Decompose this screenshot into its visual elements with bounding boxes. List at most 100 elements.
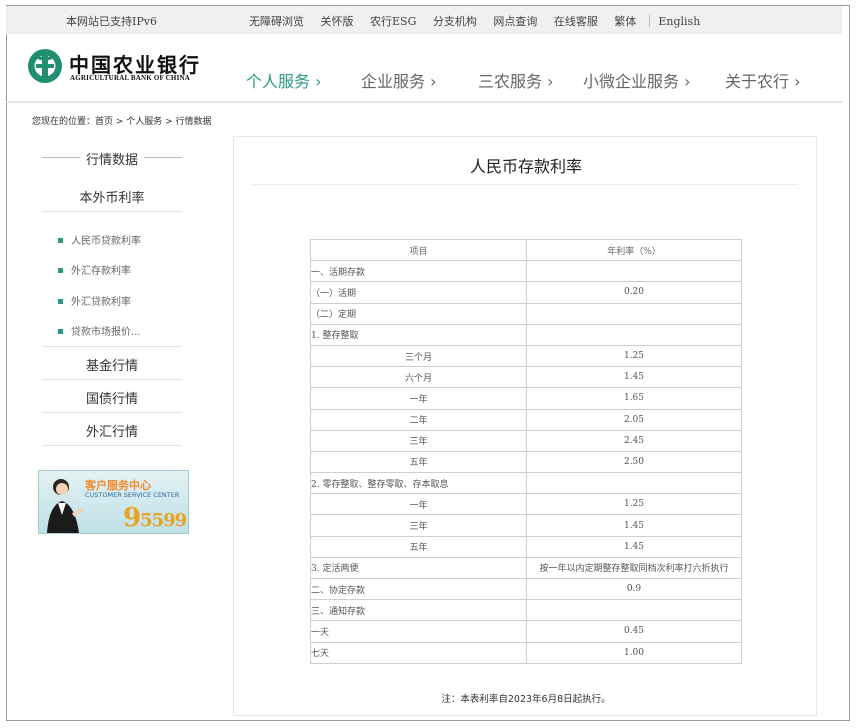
utility-links: 无障碍浏览 关怀版 农行ESG 分支机构 网点查询 在线客服 繁体 English — [249, 13, 713, 29]
page-title: 人民币存款利率 — [234, 153, 818, 177]
nav-divider — [6, 101, 842, 103]
link-branches[interactable]: 分支机构 — [433, 15, 477, 28]
table-row: 五年2.50 — [311, 451, 742, 472]
table-row: 一年1.65 — [311, 388, 742, 409]
table-row: 三年2.45 — [311, 430, 742, 451]
link-outlet-search[interactable]: 网点查询 — [493, 15, 537, 28]
rate-item-cell: （二）定期 — [311, 303, 527, 324]
table-row: 2. 零存整取、整存零取、存本取息 — [311, 473, 742, 494]
divider — [42, 445, 182, 446]
rate-item-cell: 3. 定活两便 — [311, 557, 527, 578]
sidebar-item-rates[interactable]: 本外币利率 — [42, 187, 182, 206]
rate-value-cell: 1.00 — [527, 642, 742, 663]
rate-item-cell: 一年 — [311, 494, 527, 515]
table-row: 六个月1.45 — [311, 367, 742, 388]
sidebar-subitem-fx-loan-rates[interactable]: 外汇贷款利率 — [58, 293, 131, 308]
rate-item-cell: 二年 — [311, 409, 527, 430]
table-row: （一）活期0.20 — [311, 282, 742, 303]
banner-subtitle: CUSTOMER SERVICE CENTER — [85, 491, 179, 499]
table-row: 一天0.45 — [311, 621, 742, 642]
table-row: 三年1.45 — [311, 515, 742, 536]
divider — [649, 15, 650, 27]
table-row: 五年1.45 — [311, 536, 742, 557]
abc-emblem-icon — [26, 47, 64, 85]
nav-small-business-services[interactable]: 小微企业服务 › — [583, 68, 691, 92]
nav-rural-services[interactable]: 三农服务 › — [478, 68, 554, 92]
top-utility-bar: 本网站已支持IPv6 无障碍浏览 关怀版 农行ESG 分支机构 网点查询 在线客… — [6, 6, 842, 34]
column-header-rate: 年利率（%） — [527, 240, 742, 261]
sidebar-subitem-fx-deposit-rates[interactable]: 外汇存款利率 — [58, 262, 131, 277]
sidebar-item-bond-quotes[interactable]: 国债行情 — [42, 388, 182, 407]
rate-item-cell: 2. 零存整取、整存零取、存本取息 — [311, 473, 527, 494]
rate-value-cell: 1.45 — [527, 367, 742, 388]
rate-item-cell: 一年 — [311, 388, 527, 409]
rate-value-cell: 1.65 — [527, 388, 742, 409]
rate-value-cell: 2.05 — [527, 409, 742, 430]
divider — [42, 211, 182, 212]
rate-value-cell — [527, 473, 742, 494]
table-row: 一年1.25 — [311, 494, 742, 515]
rate-value-cell: 2.45 — [527, 430, 742, 451]
sidebar-subitem-label: 人民币贷款利率 — [71, 236, 141, 247]
rate-item-cell: 七天 — [311, 642, 527, 663]
table-row: 二、协定存款0.9 — [311, 579, 742, 600]
link-care-mode[interactable]: 关怀版 — [321, 15, 354, 28]
divider — [42, 346, 182, 347]
table-row: 三个月1.25 — [311, 345, 742, 366]
link-english[interactable]: English — [658, 15, 700, 28]
divider — [42, 379, 182, 380]
rate-value-cell: 1.45 — [527, 536, 742, 557]
table-header-row: 项目 年利率（%） — [311, 240, 742, 261]
rate-item-cell: 一、活期存款 — [311, 261, 527, 282]
hotline-prefix: 9 — [123, 503, 140, 533]
rate-item-cell: 五年 — [311, 536, 527, 557]
rate-item-cell: 三年 — [311, 430, 527, 451]
sidebar-subitem-label: 外汇贷款利率 — [71, 297, 131, 308]
bullet-icon — [58, 238, 63, 243]
table-row: 三、通知存款 — [311, 600, 742, 621]
sidebar-subitem-rmb-loan-rates[interactable]: 人民币贷款利率 — [58, 232, 141, 247]
nav-personal-services[interactable]: 个人服务 › — [246, 68, 322, 92]
divider — [42, 412, 182, 413]
link-esg[interactable]: 农行ESG — [370, 15, 416, 28]
rate-item-cell: 三年 — [311, 515, 527, 536]
hotline-number: 95599 — [123, 503, 186, 533]
column-header-item: 项目 — [311, 240, 527, 261]
rate-item-cell: 二、协定存款 — [311, 579, 527, 600]
rate-value-cell: 2.50 — [527, 451, 742, 472]
rate-item-cell: 五年 — [311, 451, 527, 472]
rate-item-cell: 六个月 — [311, 367, 527, 388]
customer-service-banner[interactable]: 客户服务中心 CUSTOMER SERVICE CENTER 95599 — [38, 470, 189, 534]
bank-name-en: AGRICULTURAL BANK OF CHINA — [70, 74, 190, 82]
rate-value-cell: 1.25 — [527, 494, 742, 515]
bullet-icon — [58, 268, 63, 273]
abc-logo[interactable]: 中国农业银行 AGRICULTURAL BANK OF CHINA — [26, 47, 206, 87]
sidebar-item-fx-quotes[interactable]: 外汇行情 — [42, 421, 182, 440]
link-accessibility[interactable]: 无障碍浏览 — [249, 15, 304, 28]
rate-item-cell: （一）活期 — [311, 282, 527, 303]
effective-date-note: 注：本表利率自2023年6月8日起执行。 — [234, 691, 818, 705]
table-row: 1. 整存整取 — [311, 324, 742, 345]
sidebar-item-fund-quotes[interactable]: 基金行情 — [42, 355, 182, 374]
nav-about-abc[interactable]: 关于农行 › — [725, 68, 801, 92]
rate-value-cell — [527, 600, 742, 621]
link-traditional-chinese[interactable]: 繁体 — [614, 15, 636, 28]
rate-value-cell: 0.45 — [527, 621, 742, 642]
rate-value-cell: 0.20 — [527, 282, 742, 303]
rate-value-cell: 1.45 — [527, 515, 742, 536]
rate-item-cell: 三个月 — [311, 345, 527, 366]
link-online-service[interactable]: 在线客服 — [554, 15, 598, 28]
bullet-icon — [58, 329, 63, 334]
sidebar-title: 行情数据 — [42, 149, 182, 168]
table-row: （二）定期 — [311, 303, 742, 324]
divider — [252, 184, 798, 185]
rate-value-cell — [527, 261, 742, 282]
rate-item-cell: 1. 整存整取 — [311, 324, 527, 345]
table-row: 3. 定活两便按一年以内定期整存整取同档次利率打六折执行 — [311, 557, 742, 578]
table-row: 一、活期存款 — [311, 261, 742, 282]
rate-value-cell: 0.9 — [527, 579, 742, 600]
sidebar-subitem-lpr[interactable]: 贷款市场报价... — [58, 323, 141, 338]
nav-corporate-services[interactable]: 企业服务 › — [361, 68, 437, 92]
deposit-rate-table: 项目 年利率（%） 一、活期存款（一）活期0.20（二）定期1. 整存整取三个月… — [310, 239, 742, 664]
rate-value-cell: 按一年以内定期整存整取同档次利率打六折执行 — [527, 557, 742, 578]
